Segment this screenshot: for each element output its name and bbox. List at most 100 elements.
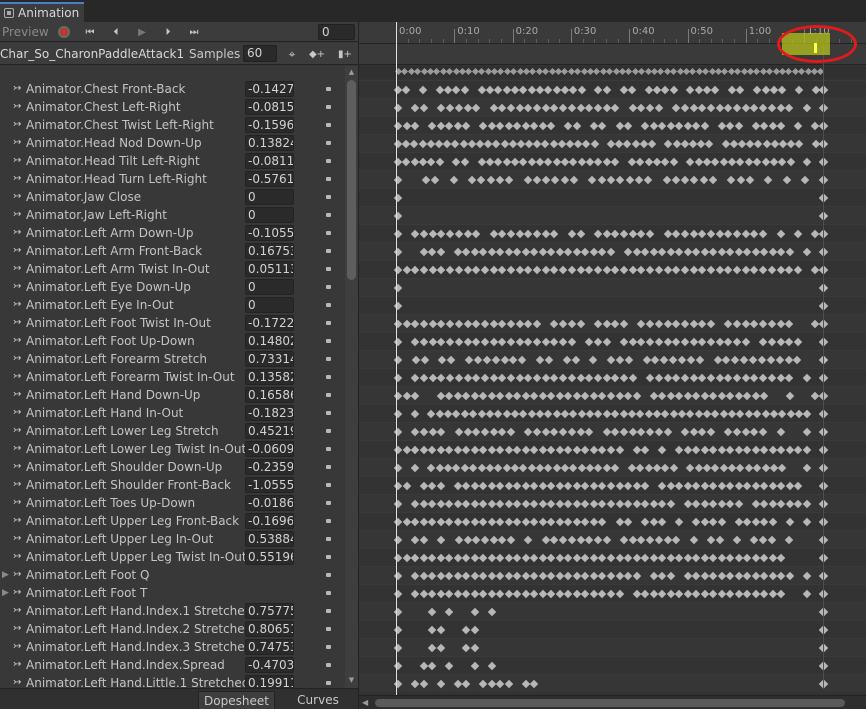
keyframe-diamond[interactable] <box>504 499 513 509</box>
keyframe-diamond[interactable] <box>487 391 496 401</box>
property-value-field[interactable]: -0.5761 <box>245 171 294 187</box>
keyframe-toggle-icon[interactable] <box>326 573 331 577</box>
keyframe-diamond[interactable] <box>495 589 505 599</box>
property-row[interactable]: ↣ Animator.Left Upper Leg In-Out 0.53884 <box>0 530 345 548</box>
keyframe-diamond[interactable] <box>750 265 759 275</box>
keyframe-diamond[interactable] <box>487 121 496 131</box>
keyframe-diamond[interactable] <box>541 139 550 149</box>
keyframe-diamond[interactable] <box>470 481 479 491</box>
keyframe-diamond[interactable] <box>444 445 454 455</box>
keyframe-diamond[interactable] <box>698 265 707 275</box>
keyframe-diamond[interactable] <box>489 535 498 545</box>
keyframe-diamond[interactable] <box>444 661 454 671</box>
property-value-field[interactable]: 0.55196 <box>245 549 294 565</box>
keyframe-diamond[interactable] <box>427 157 436 167</box>
keyframe-diamond[interactable] <box>452 85 461 95</box>
property-row[interactable]: ↣ Animator.Left Shoulder Front-Back -1.055… <box>0 476 345 494</box>
property-value-field[interactable]: -0.1427 <box>245 81 294 97</box>
keyframe-diamond[interactable] <box>724 265 733 275</box>
keyframe-diamond[interactable] <box>550 103 559 113</box>
keyframe-diamond[interactable] <box>498 103 507 113</box>
keyframe-diamond[interactable] <box>498 229 507 239</box>
keyframe-diamond[interactable] <box>640 517 650 527</box>
keyframe-diamond[interactable] <box>760 589 769 599</box>
keyframe-diamond[interactable] <box>593 229 603 239</box>
keyframe-diamond[interactable] <box>657 553 667 563</box>
property-value-field[interactable]: 0.75775 <box>245 603 294 619</box>
keyframe-diamond[interactable] <box>644 85 653 95</box>
record-button[interactable] <box>52 23 76 41</box>
keyframe-diamond[interactable] <box>581 553 590 563</box>
keyframe-diamond[interactable] <box>616 175 625 185</box>
keyframe-diamond[interactable] <box>419 247 428 257</box>
keyframe-diamond[interactable] <box>732 373 742 383</box>
keyframe-diamond[interactable] <box>711 85 720 95</box>
keyframe-diamond[interactable] <box>544 157 553 167</box>
keyframe-diamond[interactable] <box>802 517 812 527</box>
keyframe-diamond[interactable] <box>547 247 556 257</box>
keyframe-diamond[interactable] <box>444 121 454 131</box>
keyframe-diamond[interactable] <box>785 391 795 401</box>
keyframe-diamond[interactable] <box>532 427 542 437</box>
keyframe-diamond[interactable] <box>577 409 586 419</box>
timeline-scrollbar-thumb[interactable] <box>375 699 845 707</box>
keyframe-track[interactable] <box>359 458 866 476</box>
keyframe-diamond[interactable] <box>464 355 474 365</box>
keyframe-diamond[interactable] <box>602 103 611 113</box>
keyframe-diamond[interactable] <box>523 175 532 185</box>
keyframe-diamond[interactable] <box>717 481 726 491</box>
keyframe-diamond[interactable] <box>708 499 718 509</box>
keyframe-diamond[interactable] <box>410 409 419 419</box>
keyframe-diamond[interactable] <box>663 337 672 347</box>
keyframe-diamond[interactable] <box>402 445 411 455</box>
keyframe-diamond[interactable] <box>419 589 428 599</box>
keyframe-diamond[interactable] <box>619 337 629 347</box>
keyframe-diamond[interactable] <box>470 391 479 401</box>
keyframe-diamond[interactable] <box>437 319 446 329</box>
keyframe-diamond[interactable] <box>683 121 692 131</box>
keyframe-toggle-icon[interactable] <box>326 465 331 469</box>
keyframe-diamond[interactable] <box>689 337 698 347</box>
keyframe-diamond[interactable] <box>435 85 444 95</box>
keyframe-diamond[interactable] <box>694 85 703 95</box>
keyframe-toggle-icon[interactable] <box>326 141 331 145</box>
property-value-field[interactable]: 0.53884 <box>245 531 294 547</box>
keyframe-diamond[interactable] <box>410 517 420 527</box>
keyframe-diamond[interactable] <box>495 517 505 527</box>
keyframe-diamond[interactable] <box>502 85 511 95</box>
keyframe-diamond[interactable] <box>606 247 616 257</box>
keyframe-diamond[interactable] <box>743 247 752 257</box>
keyframe-diamond[interactable] <box>453 517 462 527</box>
keyframe-diamond[interactable] <box>504 445 513 455</box>
keyframe-diamond[interactable] <box>480 265 490 275</box>
keyframe-diamond[interactable] <box>762 139 771 149</box>
keyframe-diamond[interactable] <box>444 571 454 581</box>
keyframe-diamond[interactable] <box>732 427 742 437</box>
property-row[interactable]: ↣ Animator.Chest Left-Right -0.0815 <box>0 98 345 116</box>
property-row[interactable]: ↣ Animator.Left Hand In-Out -0.1823 <box>0 404 345 422</box>
keyframe-diamond[interactable] <box>637 337 646 347</box>
keyframe-diamond[interactable] <box>671 535 681 545</box>
keyframe-diamond[interactable] <box>410 121 420 131</box>
property-value-field[interactable]: 0.74753 <box>245 639 294 655</box>
keyframe-diamond[interactable] <box>444 607 454 617</box>
property-value-field[interactable]: -0.2359 <box>245 459 294 475</box>
keyframe-diamond[interactable] <box>632 445 641 455</box>
keyframe-diamond[interactable] <box>698 103 707 113</box>
keyframe-diamond[interactable] <box>445 229 455 239</box>
keyframe-diamond[interactable] <box>530 499 539 509</box>
keyframe-diamond[interactable] <box>463 337 472 347</box>
keyframe-diamond[interactable] <box>726 553 735 563</box>
keyframe-diamond[interactable] <box>639 139 649 149</box>
keyframe-diamond[interactable] <box>463 427 472 437</box>
keyframe-diamond[interactable] <box>628 229 637 239</box>
keyframe-diamond[interactable] <box>649 517 658 527</box>
keyframe-diamond[interactable] <box>513 571 522 581</box>
keyframe-diamond[interactable] <box>427 409 436 419</box>
keyframe-diamond[interactable] <box>750 103 759 113</box>
keyframe-diamond[interactable] <box>471 229 481 239</box>
last-keyframe-button[interactable]: ⏭ <box>182 23 206 41</box>
property-row[interactable]: ↣ Animator.Jaw Left-Right 0 <box>0 206 345 224</box>
keyframe-diamond[interactable] <box>550 373 559 383</box>
keyframe-diamond[interactable] <box>427 553 437 563</box>
